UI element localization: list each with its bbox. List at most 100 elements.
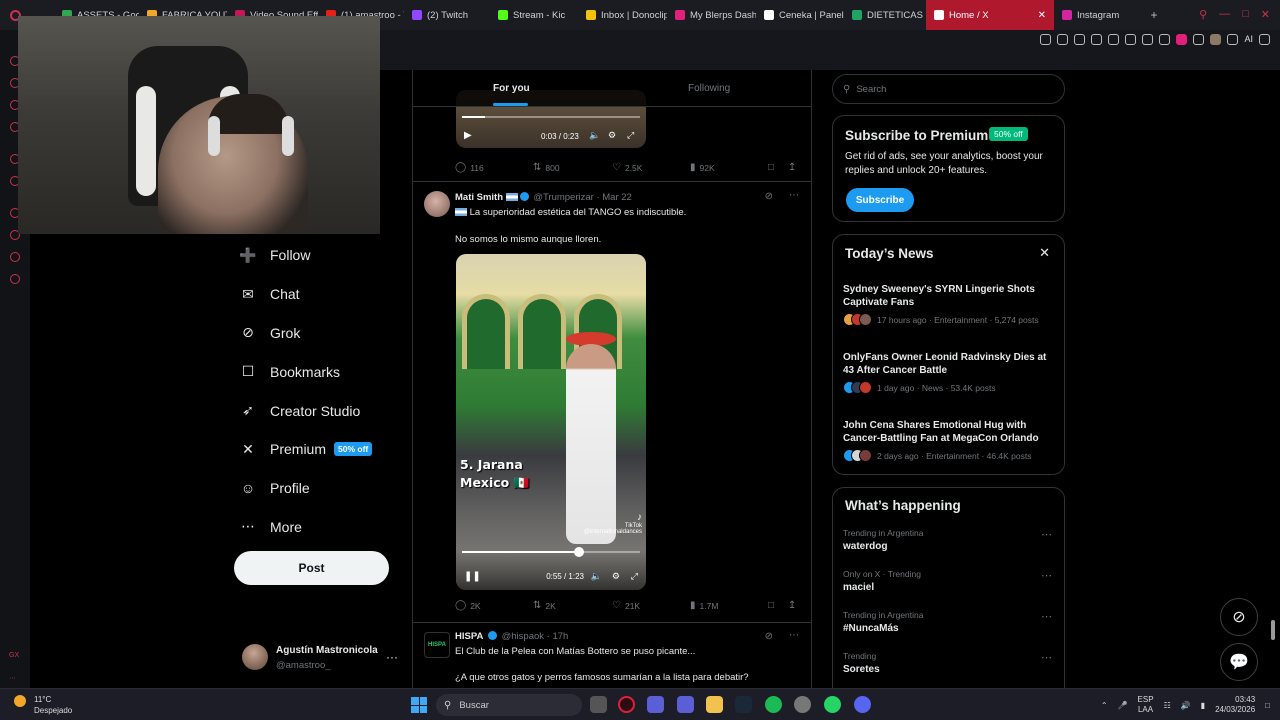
battery-icon[interactable]: ▮ xyxy=(1201,701,1205,710)
app-icon[interactable] xyxy=(794,696,811,713)
video-player[interactable]: 5. Jarana Mexico 🇲🇽 ♪ TikTok @internatio… xyxy=(456,254,646,590)
windows-start-icon[interactable] xyxy=(411,697,427,713)
author-name[interactable]: Mati Smith xyxy=(455,192,503,203)
browser-tab[interactable]: DIETETICAS DIS xyxy=(844,0,926,30)
new-tab-button[interactable]: + xyxy=(1140,8,1168,22)
browser-tab[interactable]: Stream - Kic xyxy=(490,0,578,30)
nav-item-more[interactable]: ⋯ More xyxy=(240,508,410,547)
sidebar-gx-icon[interactable]: GX xyxy=(9,652,19,659)
bookmark-button[interactable]: □ xyxy=(768,600,774,611)
tab-following[interactable]: Following xyxy=(688,83,730,94)
avatar[interactable]: HISPA xyxy=(424,632,450,658)
account-switcher[interactable]: Agustín Mastronicola @amastroo_ ··· xyxy=(242,644,402,674)
clock[interactable]: 03:43 24/03/2026 xyxy=(1215,695,1255,716)
share-button[interactable]: ↥ xyxy=(788,162,796,173)
nav-item-profile[interactable]: ☺ Profile xyxy=(240,469,410,508)
grok-icon[interactable]: ⊘ xyxy=(765,191,773,202)
nav-item-follow[interactable]: ➕ Follow xyxy=(239,236,410,275)
extension-icon[interactable] xyxy=(1040,33,1052,45)
news-item[interactable]: John Cena Shares Emotional Hug with Canc… xyxy=(843,419,1058,462)
heart-icon[interactable] xyxy=(1142,33,1154,45)
close-window-icon[interactable]: ✕ xyxy=(1261,8,1270,21)
like-button[interactable]: ♡ 2.5K xyxy=(612,162,642,173)
tweet-menu-icon[interactable]: ⋯ xyxy=(789,190,799,201)
news-item[interactable]: Sydney Sweeney's SYRN Lingerie Shots Cap… xyxy=(843,283,1058,326)
nav-item-grok[interactable]: ⊘ Grok xyxy=(240,314,410,353)
browser-tab[interactable]: Instagram xyxy=(1054,0,1140,30)
browser-tab[interactable]: My Blerps Dashb xyxy=(667,0,756,30)
bookmark-button[interactable]: □ xyxy=(768,162,774,173)
trend-item[interactable]: Trending in Argentina waterdog ⋯ xyxy=(843,528,1058,552)
trend-menu-icon[interactable]: ⋯ xyxy=(1041,569,1052,582)
search-tabs-icon[interactable]: ⚲ xyxy=(1199,8,1207,21)
tweet-date[interactable]: · 17h xyxy=(547,631,569,642)
volume-icon[interactable]: 🔊 xyxy=(1181,701,1191,710)
avatar[interactable] xyxy=(424,191,450,217)
trend-item[interactable]: Trending in Argentina #NuncaMás ⋯ xyxy=(843,610,1058,634)
whatsapp-icon[interactable] xyxy=(824,696,841,713)
like-button[interactable]: ♡ 21K xyxy=(612,600,640,611)
tab-for-you[interactable]: For you xyxy=(493,83,530,94)
discord-icon[interactable] xyxy=(854,696,871,713)
search-input[interactable]: ⚲ Search xyxy=(832,74,1065,104)
messages-fab-icon[interactable]: 💬 xyxy=(1220,643,1258,681)
nav-item-chat[interactable]: ✉ Chat xyxy=(240,275,410,314)
grok-fab-icon[interactable]: ⊘ xyxy=(1220,598,1258,636)
trend-item[interactable]: Only on X · Trending maciel ⋯ xyxy=(843,569,1058,593)
video-scrub-handle[interactable] xyxy=(574,547,585,557)
browser-tab[interactable]: (2) Twitch xyxy=(404,0,490,30)
video-progress-bar[interactable] xyxy=(462,547,640,557)
volume-icon[interactable]: 🔈 xyxy=(591,571,602,582)
menu-icon[interactable] xyxy=(1259,33,1270,45)
play-icon[interactable]: ▶ xyxy=(464,130,472,141)
settings-icon[interactable]: ⚙ xyxy=(612,571,620,582)
ai-button[interactable]: AI xyxy=(1244,34,1253,44)
trend-menu-icon[interactable]: ⋯ xyxy=(1041,528,1052,541)
browser-tab[interactable]: Ceneka | Panel xyxy=(756,0,844,30)
volume-icon[interactable]: 🔈 xyxy=(589,130,600,141)
tray-overflow-icon[interactable]: ⌃ xyxy=(1101,701,1108,710)
maximize-icon[interactable]: □ xyxy=(1242,8,1249,21)
views-button[interactable]: ▮ 1.7M xyxy=(690,600,718,611)
reply-button[interactable]: ◯ 2K xyxy=(455,600,481,611)
nav-item-creator-studio[interactable]: ➶ Creator Studio xyxy=(240,391,410,430)
translate-icon[interactable] xyxy=(1108,33,1120,45)
extension-icon[interactable] xyxy=(1074,33,1086,45)
close-tab-icon[interactable]: ✕ xyxy=(1038,10,1046,21)
teams-icon[interactable] xyxy=(677,696,694,713)
profile-avatar-icon[interactable] xyxy=(1210,33,1222,45)
tweet-date[interactable]: · Mar 22 xyxy=(596,192,631,203)
opera-gx-icon[interactable] xyxy=(618,696,635,713)
spotify-icon[interactable] xyxy=(765,696,782,713)
nav-item-bookmarks[interactable]: ☐ Bookmarks xyxy=(240,352,410,391)
teams-icon[interactable] xyxy=(647,696,664,713)
extension-icon[interactable] xyxy=(1057,33,1069,45)
file-explorer-icon[interactable] xyxy=(706,696,723,713)
subscribe-button[interactable]: Subscribe xyxy=(846,188,914,212)
nav-item-premium[interactable]: ✕ Premium 50% off xyxy=(240,430,410,469)
network-icon[interactable]: ☷ xyxy=(1164,701,1171,710)
reply-button[interactable]: ◯ 116 xyxy=(455,162,484,173)
fullscreen-icon[interactable]: ⤢ xyxy=(627,130,634,141)
download-icon[interactable] xyxy=(1227,33,1239,45)
page-scrollbar[interactable] xyxy=(1271,620,1275,640)
repost-button[interactable]: ⇅ 800 xyxy=(533,162,560,173)
video-progress-bar[interactable] xyxy=(462,116,640,118)
news-item[interactable]: OnlyFans Owner Leonid Radvinsky Dies at … xyxy=(843,351,1058,394)
post-button[interactable]: Post xyxy=(234,551,389,585)
fullscreen-icon[interactable]: ⤢ xyxy=(631,571,638,582)
play-icon[interactable] xyxy=(1125,33,1137,45)
close-icon[interactable]: ✕ xyxy=(1039,245,1050,261)
timeline[interactable]: For you Following ▶ 0:03 / 0:23 🔈 ⚙ ⤢ ◯ 1… xyxy=(412,70,812,690)
browser-tab[interactable]: Home / X ✕ xyxy=(926,0,1054,30)
steam-icon[interactable] xyxy=(735,696,752,713)
sidebar-app-icon[interactable] xyxy=(10,252,20,262)
settings-icon[interactable]: ⚙ xyxy=(608,130,616,141)
puzzle-icon[interactable] xyxy=(1193,33,1205,45)
author-handle[interactable]: @Trumperizar xyxy=(533,192,594,203)
shield-icon[interactable] xyxy=(1091,33,1103,45)
author-handle[interactable]: @hispaok xyxy=(502,631,544,642)
task-view-icon[interactable] xyxy=(590,696,607,713)
microphone-icon[interactable]: 🎤 xyxy=(1118,701,1128,710)
blerp-extension-icon[interactable] xyxy=(1176,33,1188,45)
